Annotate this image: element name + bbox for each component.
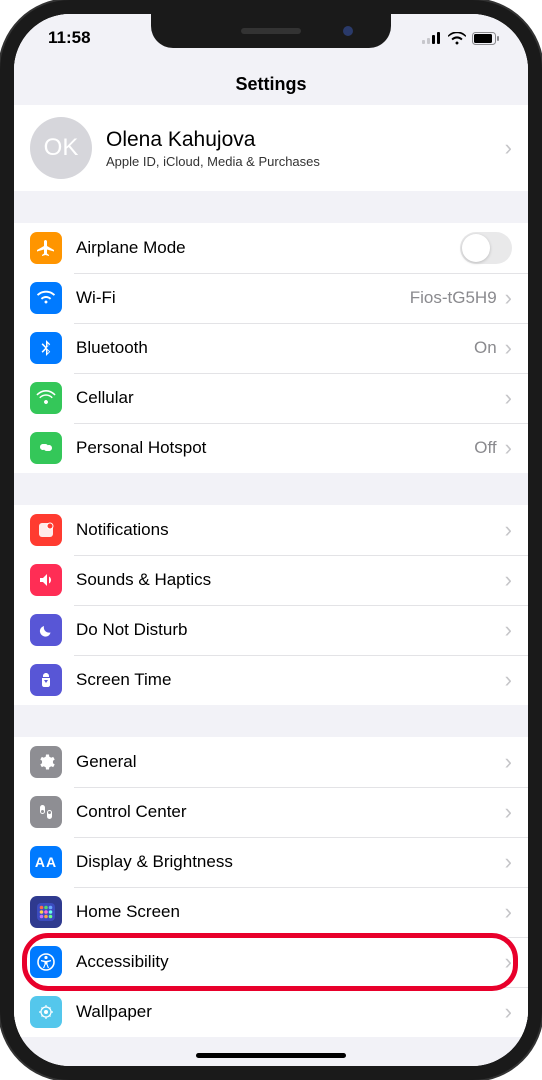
- chevron-right-icon: ›: [505, 287, 512, 309]
- chevron-right-icon: ›: [505, 569, 512, 591]
- notifications-row[interactable]: Notifications›: [14, 505, 528, 555]
- general-label: General: [76, 752, 505, 772]
- screentime-label: Screen Time: [76, 670, 505, 690]
- hotspot-label: Personal Hotspot: [76, 438, 474, 458]
- chevron-right-icon: ›: [505, 669, 512, 691]
- home-indicator[interactable]: [196, 1053, 346, 1058]
- status-time: 11:58: [48, 28, 91, 47]
- avatar: OK: [30, 117, 92, 179]
- sounds-label: Sounds & Haptics: [76, 570, 505, 590]
- chevron-right-icon: ›: [505, 387, 512, 409]
- bluetooth-icon: [30, 332, 62, 364]
- bluetooth-label: Bluetooth: [76, 338, 474, 358]
- wifi-label: Wi-Fi: [76, 288, 410, 308]
- chevron-right-icon: ›: [505, 751, 512, 773]
- homescreen-label: Home Screen: [76, 902, 505, 922]
- chevron-right-icon: ›: [505, 951, 512, 973]
- chevron-right-icon: ›: [505, 901, 512, 923]
- general-row[interactable]: General›: [14, 737, 528, 787]
- dnd-icon: [30, 614, 62, 646]
- airplane-icon: [30, 232, 62, 264]
- accessibility-row[interactable]: Accessibility›: [14, 937, 528, 987]
- hotspot-row[interactable]: Personal HotspotOff ›: [14, 423, 528, 473]
- profile-subtitle: Apple ID, iCloud, Media & Purchases: [106, 154, 505, 169]
- controlcenter-row[interactable]: Control Center›: [14, 787, 528, 837]
- notifications-icon: [30, 514, 62, 546]
- accessibility-label: Accessibility: [76, 952, 505, 972]
- display-row[interactable]: AA Display & Brightness›: [14, 837, 528, 887]
- profile-name: Olena Kahujova: [106, 128, 505, 152]
- device-notch: [151, 14, 391, 48]
- general-icon: [30, 746, 62, 778]
- chevron-right-icon: ›: [505, 619, 512, 641]
- page-title: Settings: [14, 62, 528, 105]
- hotspot-value: Off: [474, 438, 496, 458]
- chevron-right-icon: ›: [505, 437, 512, 459]
- display-icon: AA: [30, 846, 62, 878]
- sounds-row[interactable]: Sounds & Haptics›: [14, 555, 528, 605]
- screentime-icon: [30, 664, 62, 696]
- chevron-right-icon: ›: [505, 137, 512, 159]
- notifications-label: Notifications: [76, 520, 505, 540]
- settings-list[interactable]: OK Olena Kahujova Apple ID, iCloud, Medi…: [14, 105, 528, 1066]
- chevron-right-icon: ›: [505, 337, 512, 359]
- display-label: Display & Brightness: [76, 852, 505, 872]
- wifi-icon: [30, 282, 62, 314]
- bluetooth-row[interactable]: BluetoothOn ›: [14, 323, 528, 373]
- cellular-row[interactable]: Cellular›: [14, 373, 528, 423]
- sounds-icon: [30, 564, 62, 596]
- wifi-value: Fios-tG5H9: [410, 288, 497, 308]
- dnd-label: Do Not Disturb: [76, 620, 505, 640]
- cellular-icon: [30, 382, 62, 414]
- airplane-label: Airplane Mode: [76, 238, 460, 258]
- battery-icon: [472, 32, 500, 45]
- screentime-row[interactable]: Screen Time›: [14, 655, 528, 705]
- accessibility-icon: [30, 946, 62, 978]
- hotspot-icon: [30, 432, 62, 464]
- cellular-signal-icon: [422, 32, 442, 44]
- controlcenter-icon: [30, 796, 62, 828]
- wallpaper-row[interactable]: Wallpaper›: [14, 987, 528, 1037]
- chevron-right-icon: ›: [505, 851, 512, 873]
- controlcenter-label: Control Center: [76, 802, 505, 822]
- apple-id-row[interactable]: OK Olena Kahujova Apple ID, iCloud, Medi…: [14, 105, 528, 191]
- bluetooth-value: On: [474, 338, 497, 358]
- homescreen-icon: [30, 896, 62, 928]
- wifi-status-icon: [448, 32, 466, 45]
- cellular-label: Cellular: [76, 388, 505, 408]
- airplane-switch[interactable]: [460, 232, 512, 264]
- chevron-right-icon: ›: [505, 519, 512, 541]
- airplane-row[interactable]: Airplane Mode: [14, 223, 528, 273]
- chevron-right-icon: ›: [505, 1001, 512, 1023]
- chevron-right-icon: ›: [505, 801, 512, 823]
- wifi-row[interactable]: Wi-FiFios-tG5H9 ›: [14, 273, 528, 323]
- wallpaper-label: Wallpaper: [76, 1002, 505, 1022]
- wallpaper-icon: [30, 996, 62, 1028]
- dnd-row[interactable]: Do Not Disturb›: [14, 605, 528, 655]
- homescreen-row[interactable]: Home Screen›: [14, 887, 528, 937]
